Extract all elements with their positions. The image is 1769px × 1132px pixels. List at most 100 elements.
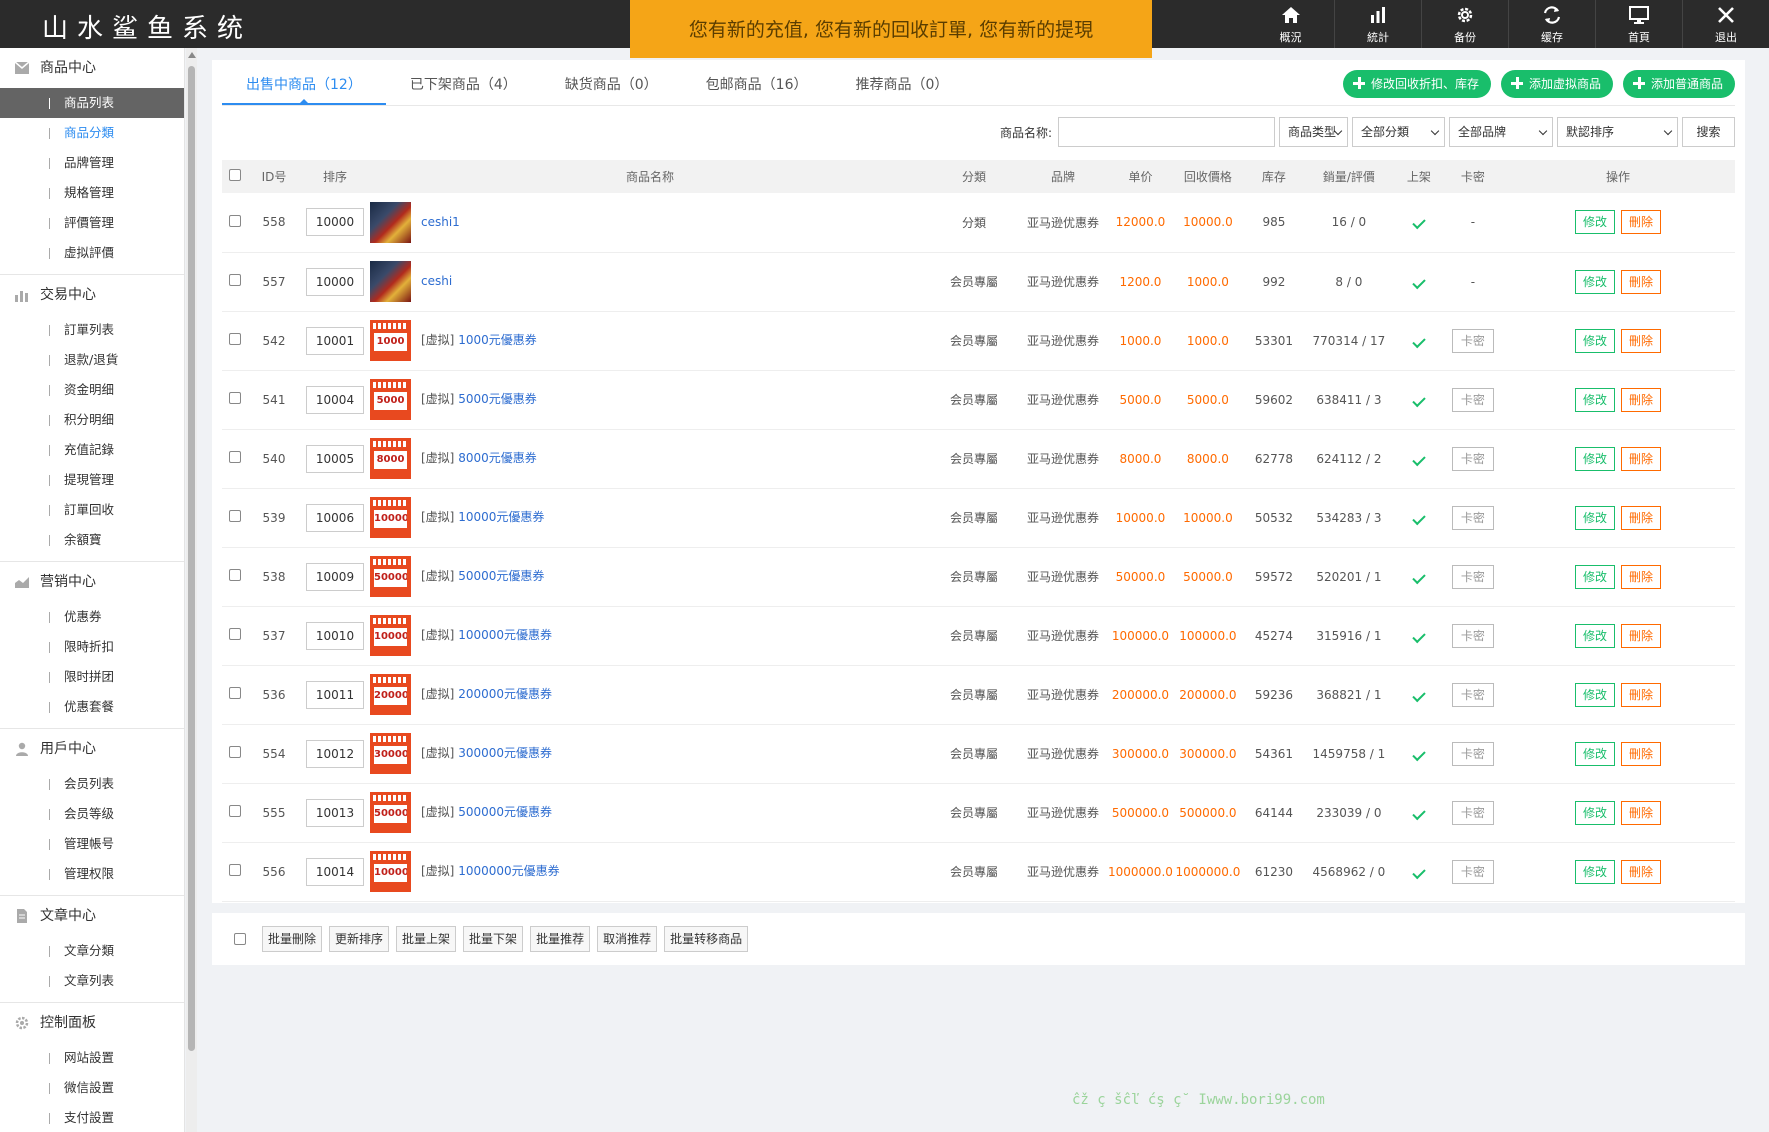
sidebar-item-flash-discount[interactable]: 限時折扣 [0, 632, 184, 662]
row-checkbox[interactable] [229, 805, 241, 817]
on-shelf-check-icon[interactable] [1412, 806, 1426, 820]
product-name-link[interactable]: 8000元優惠券 [458, 451, 537, 465]
delete-button[interactable]: 刪除 [1620, 387, 1661, 412]
bulk-on-shelf-button[interactable]: 批量上架 [396, 926, 457, 952]
product-name-link[interactable]: 100000元優惠券 [458, 628, 552, 642]
product-name-link[interactable]: 1000000元優惠券 [458, 864, 559, 878]
nav-cache[interactable]: 缓存 [1508, 0, 1595, 48]
add-virtual-goods-button[interactable]: 添加虚拟商品 [1500, 70, 1613, 98]
edit-button[interactable]: 修改 [1574, 328, 1615, 353]
card-key-button[interactable]: 卡密 [1451, 387, 1494, 412]
goods-name-input[interactable] [1058, 117, 1275, 147]
card-key-button[interactable]: 卡密 [1451, 564, 1494, 589]
tab-free-shipping[interactable]: 包邮商品（16） [682, 70, 832, 105]
edit-button[interactable]: 修改 [1574, 623, 1615, 648]
delete-button[interactable]: 刪除 [1620, 446, 1661, 471]
bulk-select-checkbox[interactable] [234, 933, 246, 945]
sidebar-item-wechat-settings[interactable]: 微信設置 [0, 1073, 184, 1103]
row-checkbox[interactable] [229, 687, 241, 699]
row-checkbox[interactable] [229, 333, 241, 345]
sidebar-item-balance[interactable]: 余額寶 [0, 525, 184, 555]
on-shelf-check-icon[interactable] [1412, 334, 1426, 348]
edit-button[interactable]: 修改 [1574, 210, 1615, 235]
edit-button[interactable]: 修改 [1574, 859, 1615, 884]
sidebar-group-header[interactable]: 文章中心 [0, 896, 184, 936]
nav-stats[interactable]: 統計 [1334, 0, 1421, 48]
on-shelf-check-icon[interactable] [1412, 452, 1426, 466]
sort-select[interactable]: 默認排序 [1557, 117, 1678, 147]
product-name-link[interactable]: 200000元優惠券 [458, 687, 552, 701]
sidebar-item-goods-list[interactable]: 商品列表 [0, 88, 184, 118]
sidebar-item-funds[interactable]: 资金明细 [0, 375, 184, 405]
on-shelf-check-icon[interactable] [1412, 688, 1426, 702]
edit-recycle-discount-button[interactable]: 修改回收折扣、库存 [1342, 70, 1491, 98]
select-all-checkbox[interactable] [229, 169, 241, 181]
product-name-link[interactable]: 10000元優惠券 [458, 510, 544, 524]
sidebar-item-group-buy[interactable]: 限时拼团 [0, 662, 184, 692]
delete-button[interactable]: 刪除 [1620, 505, 1661, 530]
edit-button[interactable]: 修改 [1574, 269, 1615, 294]
sort-input[interactable]: 10005 [306, 444, 364, 473]
sidebar-item-withdraw[interactable]: 提現管理 [0, 465, 184, 495]
product-name-link[interactable]: 1000元優惠券 [458, 333, 537, 347]
sort-input[interactable]: 10001 [306, 326, 364, 355]
row-checkbox[interactable] [229, 628, 241, 640]
tab-recommended[interactable]: 推荐商品（0） [832, 70, 973, 105]
card-key-button[interactable]: 卡密 [1451, 682, 1494, 707]
brand-select[interactable]: 全部品牌 [1449, 117, 1553, 147]
sort-input[interactable]: 10012 [306, 739, 364, 768]
sidebar-item-site-settings[interactable]: 网站設置 [0, 1043, 184, 1073]
tab-on-sale[interactable]: 出售中商品（12） [222, 70, 386, 105]
sidebar-item-brand[interactable]: 品牌管理 [0, 148, 184, 178]
sidebar-item-payment-settings[interactable]: 支付設置 [0, 1103, 184, 1132]
sort-input[interactable]: 10004 [306, 385, 364, 414]
sidebar-group-header[interactable]: 用戶中心 [0, 729, 184, 769]
product-name-link[interactable]: ceshi [421, 274, 452, 288]
delete-button[interactable]: 刪除 [1620, 564, 1661, 589]
on-shelf-check-icon[interactable] [1412, 393, 1426, 407]
card-key-button[interactable]: 卡密 [1451, 623, 1494, 648]
sidebar-item-orders[interactable]: 訂單列表 [0, 315, 184, 345]
sidebar-item-reviews[interactable]: 評價管理 [0, 208, 184, 238]
sidebar-item-coupons[interactable]: 优惠券 [0, 602, 184, 632]
bulk-off-shelf-button[interactable]: 批量下架 [463, 926, 524, 952]
sort-input[interactable]: 10009 [306, 562, 364, 591]
product-name-link[interactable]: ceshi1 [421, 215, 460, 229]
sidebar-item-points[interactable]: 积分明细 [0, 405, 184, 435]
sidebar-item-members[interactable]: 会员列表 [0, 769, 184, 799]
delete-button[interactable]: 刪除 [1620, 623, 1661, 648]
card-key-button[interactable]: 卡密 [1451, 741, 1494, 766]
card-key-button[interactable]: 卡密 [1451, 859, 1494, 884]
edit-button[interactable]: 修改 [1574, 682, 1615, 707]
sidebar-item-member-levels[interactable]: 会员等级 [0, 799, 184, 829]
bulk-delete-button[interactable]: 批量刪除 [262, 926, 323, 952]
tab-out-of-stock[interactable]: 缺货商品（0） [541, 70, 682, 105]
sort-input[interactable]: 10014 [306, 857, 364, 886]
delete-button[interactable]: 刪除 [1620, 210, 1661, 235]
sidebar-item-recharge[interactable]: 充值記錄 [0, 435, 184, 465]
product-name-link[interactable]: 50000元優惠券 [458, 569, 544, 583]
card-key-button[interactable]: 卡密 [1451, 328, 1494, 353]
on-shelf-check-icon[interactable] [1412, 216, 1426, 230]
sidebar-item-order-recycle[interactable]: 訂單回收 [0, 495, 184, 525]
sidebar-group-header[interactable]: 商品中心 [0, 48, 184, 88]
sidebar-item-admin-accounts[interactable]: 管理帳号 [0, 829, 184, 859]
sidebar-item-bundles[interactable]: 优惠套餐 [0, 692, 184, 722]
sort-input[interactable]: 10006 [306, 503, 364, 532]
sidebar-item-virtual-reviews[interactable]: 虚拟評價 [0, 238, 184, 268]
on-shelf-check-icon[interactable] [1412, 570, 1426, 584]
goods-type-select[interactable]: 商品类型 [1279, 117, 1348, 147]
sidebar-item-spec[interactable]: 規格管理 [0, 178, 184, 208]
nav-homepage[interactable]: 首頁 [1595, 0, 1682, 48]
category-select[interactable]: 全部分類 [1352, 117, 1445, 147]
sort-input[interactable]: 10000 [306, 267, 364, 296]
row-checkbox[interactable] [229, 274, 241, 286]
product-name-link[interactable]: 300000元優惠券 [458, 746, 552, 760]
notification-banner[interactable]: 您有新的充值, 您有新的回收訂單, 您有新的提現 [630, 0, 1152, 58]
row-checkbox[interactable] [229, 569, 241, 581]
sidebar-item-article-list[interactable]: 文章列表 [0, 966, 184, 996]
delete-button[interactable]: 刪除 [1620, 741, 1661, 766]
sidebar-group-header[interactable]: 控制面板 [0, 1003, 184, 1043]
nav-logout[interactable]: 退出 [1682, 0, 1769, 48]
add-regular-goods-button[interactable]: 添加普通商品 [1622, 70, 1735, 98]
